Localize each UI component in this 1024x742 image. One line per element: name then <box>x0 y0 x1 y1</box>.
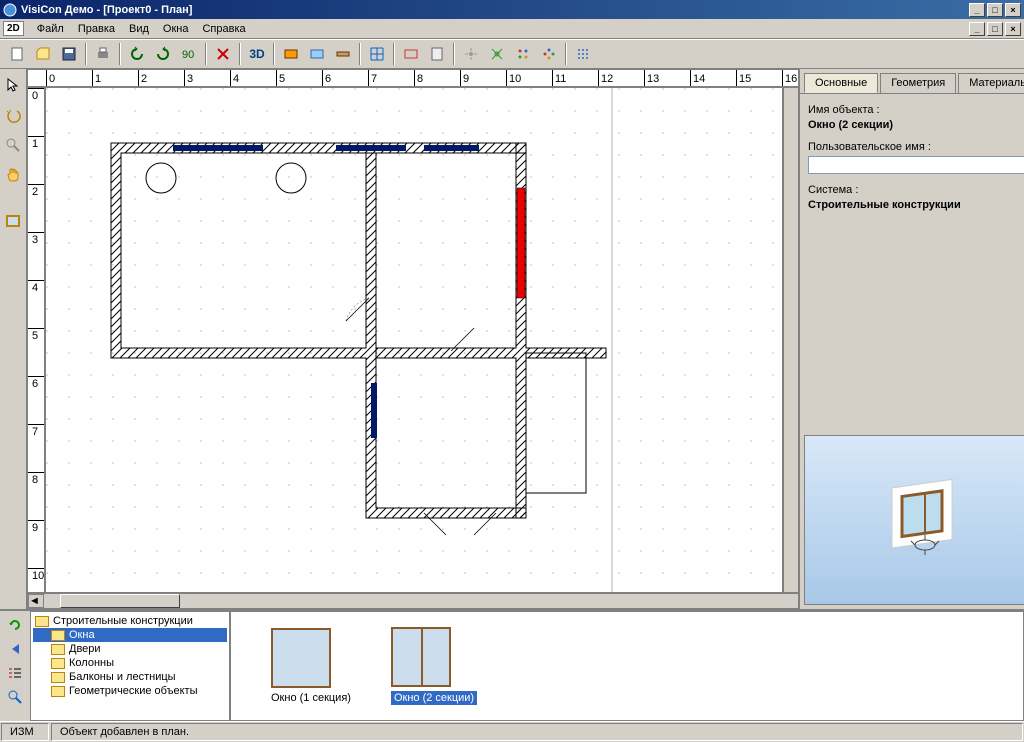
catalog-panel: Строительные конструкции Окна Двери Колонны… <box>0 609 1024 721</box>
menu-file[interactable]: Файл <box>30 21 71 37</box>
user-name-label: Пользовательское имя : <box>808 141 1024 153</box>
new-button[interactable] <box>5 42 29 66</box>
snap4-button[interactable] <box>537 42 561 66</box>
tree-label: Балконы и лестницы <box>69 671 176 683</box>
tree-item[interactable]: Геометрические объекты <box>33 684 227 698</box>
tree-item[interactable]: Колонны <box>33 656 227 670</box>
child-minimize-button[interactable]: _ <box>969 22 985 36</box>
system-label: Система : <box>808 184 1024 196</box>
layer1-button[interactable] <box>279 42 303 66</box>
pan-tool[interactable] <box>1 163 25 187</box>
view-3d-button[interactable]: 3D <box>245 42 269 66</box>
snap2-button[interactable] <box>485 42 509 66</box>
catalog-item-label: Окно (1 секция) <box>271 692 351 704</box>
catalog-tree[interactable]: Строительные конструкции Окна Двери Колонны… <box>30 611 230 721</box>
close-button[interactable]: × <box>1005 3 1021 17</box>
layer3-button[interactable] <box>331 42 355 66</box>
vertical-scrollbar[interactable] <box>783 87 799 593</box>
tree-label: Окна <box>69 629 95 641</box>
window-title: VisiCon Демо - [Проект0 - План] <box>21 4 192 16</box>
svg-text:90: 90 <box>182 49 194 61</box>
undo-tool[interactable] <box>1 103 25 127</box>
folder-icon <box>35 616 49 627</box>
object-name-value: Окно (2 секции) <box>808 119 1024 131</box>
zoom-tool[interactable] <box>1 133 25 157</box>
menu-view[interactable]: Вид <box>122 21 156 37</box>
menu-help[interactable]: Справка <box>195 21 252 37</box>
system-value: Строительные конструкции <box>808 199 1024 211</box>
catalog-item-label: Окно (2 секции) <box>391 691 477 705</box>
app-icon <box>3 3 17 17</box>
vertical-ruler: 012345678910 <box>27 87 45 593</box>
folder-icon <box>51 658 65 669</box>
tree-item[interactable]: Двери <box>33 642 227 656</box>
tree-label: Геометрические объекты <box>69 685 197 697</box>
maximize-button[interactable]: □ <box>987 3 1003 17</box>
catalog-item[interactable]: Окно (1 секция) <box>271 628 351 704</box>
save-button[interactable] <box>57 42 81 66</box>
snapgrid-button[interactable] <box>571 42 595 66</box>
main-toolbar: 90 3D <box>0 39 1024 69</box>
pointer-tool[interactable] <box>1 73 25 97</box>
cat-search-icon[interactable] <box>7 689 23 705</box>
horizontal-scrollbar[interactable]: ◄ <box>27 593 799 609</box>
user-name-input[interactable] <box>808 156 1024 174</box>
status-message: Объект добавлен в план. <box>51 723 1023 741</box>
object-name-label: Имя объекта : <box>808 104 1024 116</box>
tree-item[interactable]: Строительные конструкции <box>33 614 227 628</box>
catalog-item[interactable]: Окно (2 секции) <box>391 627 477 705</box>
tab-materials[interactable]: Материалы <box>958 73 1024 93</box>
tree-item[interactable]: Балконы и лестницы <box>33 670 227 684</box>
status-bar: ИЗМ Объект добавлен в план. <box>0 721 1024 741</box>
grid-button[interactable] <box>365 42 389 66</box>
mode-2d-button[interactable]: 2D <box>3 21 24 36</box>
catalog-items: Окно (1 секция) Окно (2 секции) <box>230 611 1024 721</box>
tree-label: Строительные конструкции <box>53 615 193 627</box>
properties-panel: Основные Геометрия Материалы Имя объекта… <box>799 69 1024 609</box>
snap1-button[interactable] <box>459 42 483 66</box>
dim-button[interactable] <box>399 42 423 66</box>
menu-windows[interactable]: Окна <box>156 21 196 37</box>
snap3-button[interactable] <box>511 42 535 66</box>
folder-icon <box>51 630 65 641</box>
status-mode: ИЗМ <box>1 723 49 741</box>
tab-geometry[interactable]: Геометрия <box>880 73 956 93</box>
calc-button[interactable] <box>425 42 449 66</box>
child-maximize-button[interactable]: □ <box>987 22 1003 36</box>
title-bar: VisiCon Демо - [Проект0 - План] _ □ × <box>0 0 1024 19</box>
layer2-button[interactable] <box>305 42 329 66</box>
open-button[interactable] <box>31 42 55 66</box>
menu-edit[interactable]: Правка <box>71 21 122 37</box>
rotate-left-button[interactable] <box>125 42 149 66</box>
tab-main[interactable]: Основные <box>804 73 878 93</box>
delete-button[interactable] <box>211 42 235 66</box>
drawing-canvas[interactable] <box>45 87 783 593</box>
tree-item[interactable]: Окна <box>33 628 227 642</box>
cat-back-icon[interactable] <box>7 641 23 657</box>
preview-3d[interactable] <box>804 435 1024 605</box>
tree-label: Колонны <box>69 657 114 669</box>
rotate-90-button[interactable]: 90 <box>177 42 201 66</box>
catalog-thumb <box>271 628 331 688</box>
catalog-thumb <box>391 627 451 687</box>
cat-list-icon[interactable] <box>7 665 23 681</box>
child-close-button[interactable]: × <box>1005 22 1021 36</box>
rotate-right-button[interactable] <box>151 42 175 66</box>
folder-icon <box>51 644 65 655</box>
minimize-button[interactable]: _ <box>969 3 985 17</box>
print-button[interactable] <box>91 42 115 66</box>
folder-icon <box>51 672 65 683</box>
horizontal-ruler: 012345678910111213141516 <box>27 69 799 87</box>
left-toolbar <box>0 69 27 609</box>
folder-icon <box>51 686 65 697</box>
window-tool[interactable] <box>1 209 25 233</box>
menu-bar: 2D Файл Правка Вид Окна Справка _ □ × <box>0 19 1024 39</box>
tree-label: Двери <box>69 643 101 655</box>
cat-refresh-icon[interactable] <box>7 617 23 633</box>
